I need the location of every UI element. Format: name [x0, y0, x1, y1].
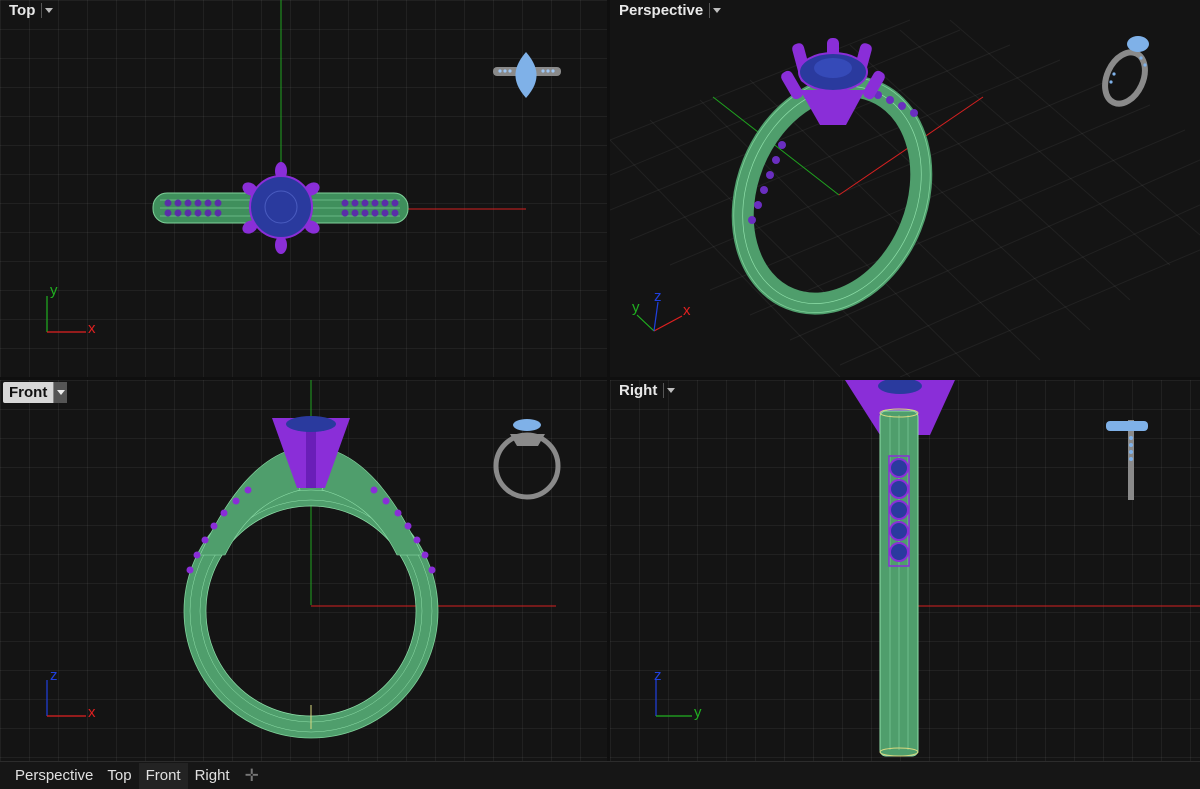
top-scene: y x [46, 0, 561, 337]
chevron-down-icon[interactable] [41, 3, 55, 18]
tab-right[interactable]: Right [188, 763, 237, 789]
axis-label-x: x [683, 302, 691, 319]
viewport-title-label: Perspective [619, 2, 704, 19]
viewport-title-front[interactable]: Front [3, 382, 68, 403]
ring-top-model [152, 162, 409, 254]
axis-label-x: x [88, 320, 96, 337]
viewport-title-label: Right [619, 382, 658, 399]
axis-label-y: y [632, 299, 640, 316]
axis-label-y: y [694, 704, 702, 721]
chevron-down-icon[interactable] [709, 3, 723, 18]
chevron-down-icon[interactable] [663, 383, 677, 398]
viewport-title-right[interactable]: Right [613, 380, 677, 401]
viewport-top[interactable]: Top y x [0, 0, 607, 377]
right-scene: z y [654, 380, 1200, 757]
viewport-tab-bar: Perspective Top Front Right ✛ [0, 761, 1200, 789]
ring-right-model [845, 380, 955, 757]
front-scene: z x [46, 380, 561, 739]
viewport-perspective[interactable]: Perspective y z x [610, 0, 1200, 377]
ring-preview-front [493, 419, 561, 500]
viewport-title-label: Top [9, 2, 36, 19]
axis-gizmo-top: y x [46, 282, 96, 337]
axis-gizmo-perspective: y z x [632, 288, 691, 332]
perspective-scene: y z x [610, 19, 1200, 377]
axis-label-y: y [50, 282, 58, 299]
viewport-front[interactable]: Front z x [0, 380, 607, 761]
viewport-title-label: Front [9, 384, 48, 401]
axis-label-x: x [88, 704, 96, 721]
axis-label-z: z [50, 667, 58, 684]
axis-label-z: z [654, 667, 662, 684]
viewport-title-top[interactable]: Top [3, 0, 55, 21]
plus-icon[interactable]: ✛ [237, 763, 267, 789]
ring-perspective-model [731, 38, 933, 315]
viewport-right[interactable]: Right z y [610, 380, 1200, 761]
axis-label-z: z [654, 288, 662, 305]
axis-gizmo-front: z x [46, 667, 96, 721]
ring-preview-perspective [1102, 36, 1149, 107]
perspective-grid [610, 19, 1200, 377]
chevron-down-icon[interactable] [53, 382, 68, 403]
viewport-title-perspective[interactable]: Perspective [613, 0, 723, 21]
ring-preview-right [1106, 420, 1148, 500]
ring-preview-top [493, 52, 561, 98]
tab-front[interactable]: Front [138, 762, 188, 789]
tab-top[interactable]: Top [100, 763, 138, 789]
tab-perspective[interactable]: Perspective [8, 763, 100, 789]
axis-gizmo-right: z y [654, 667, 702, 721]
